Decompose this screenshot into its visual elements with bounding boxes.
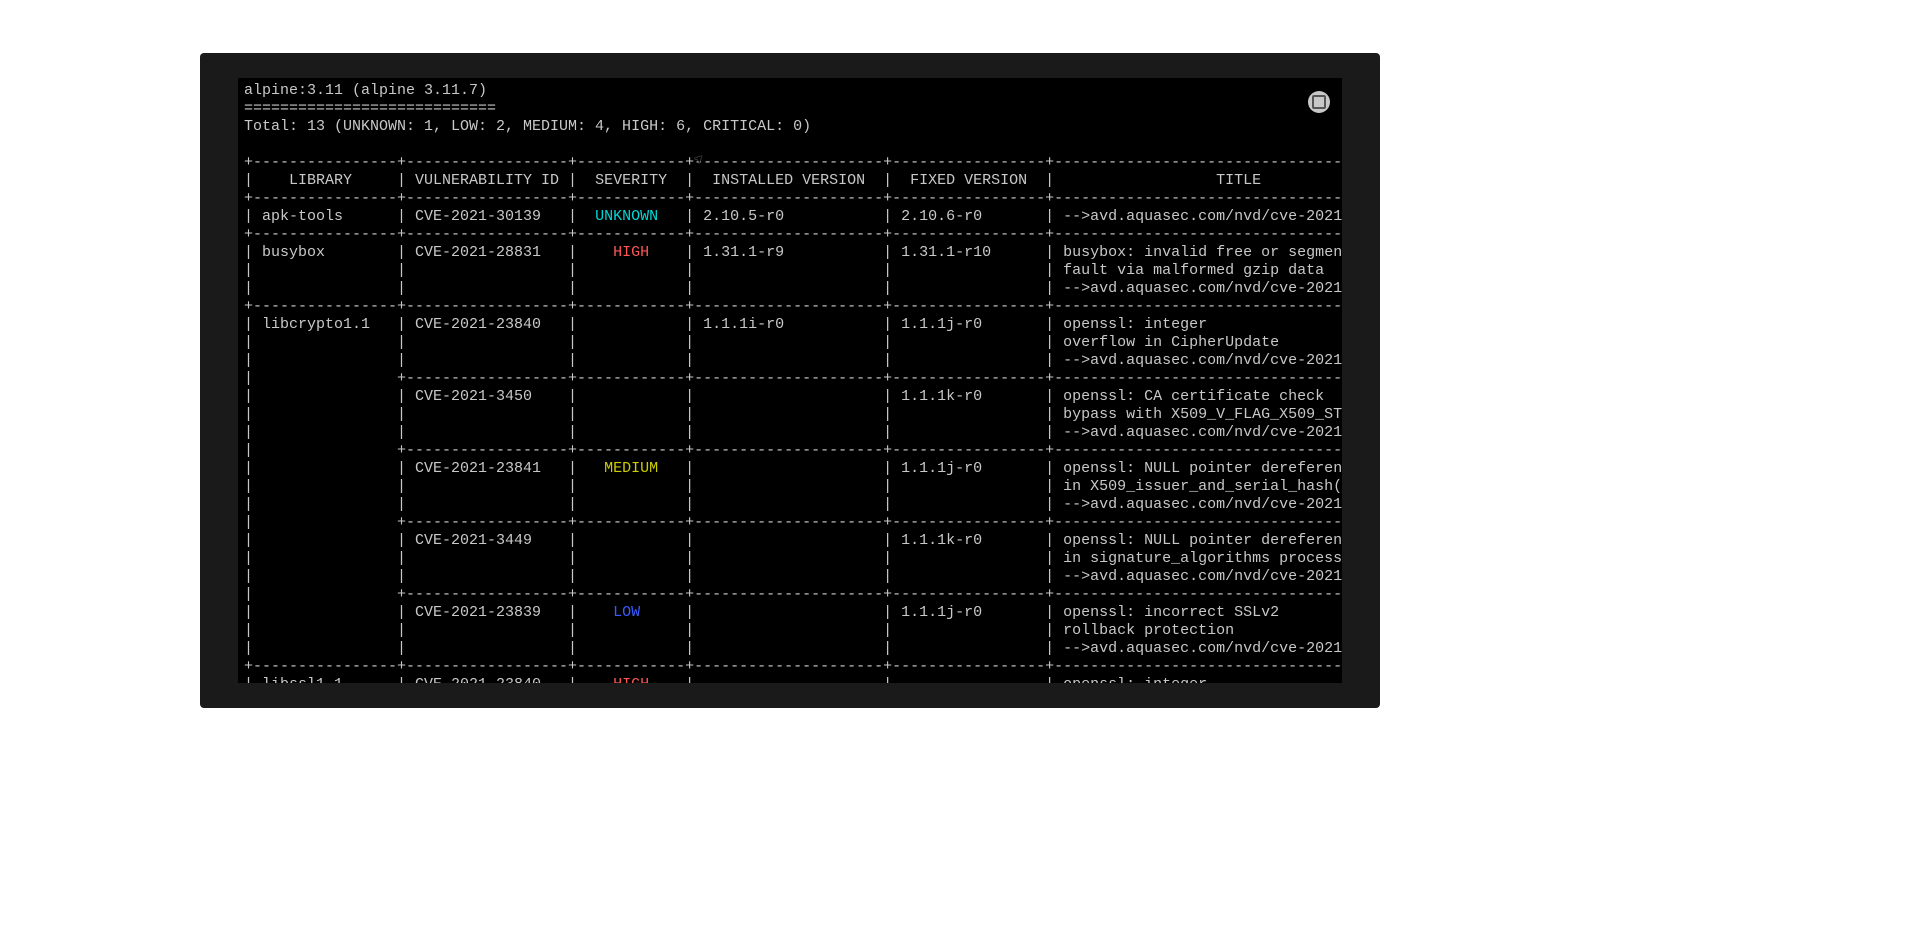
- target-icon: [1312, 95, 1326, 109]
- app-frame: alpine:3.11 (alpine 3.11.7) ============…: [200, 53, 1380, 708]
- scan-target: alpine:3.11 (alpine 3.11.7): [244, 82, 487, 99]
- terminal-output[interactable]: alpine:3.11 (alpine 3.11.7) ============…: [238, 78, 1342, 683]
- record-icon[interactable]: [1308, 91, 1330, 113]
- scan-summary: Total: 13 (UNKNOWN: 1, LOW: 2, MEDIUM: 4…: [244, 118, 811, 135]
